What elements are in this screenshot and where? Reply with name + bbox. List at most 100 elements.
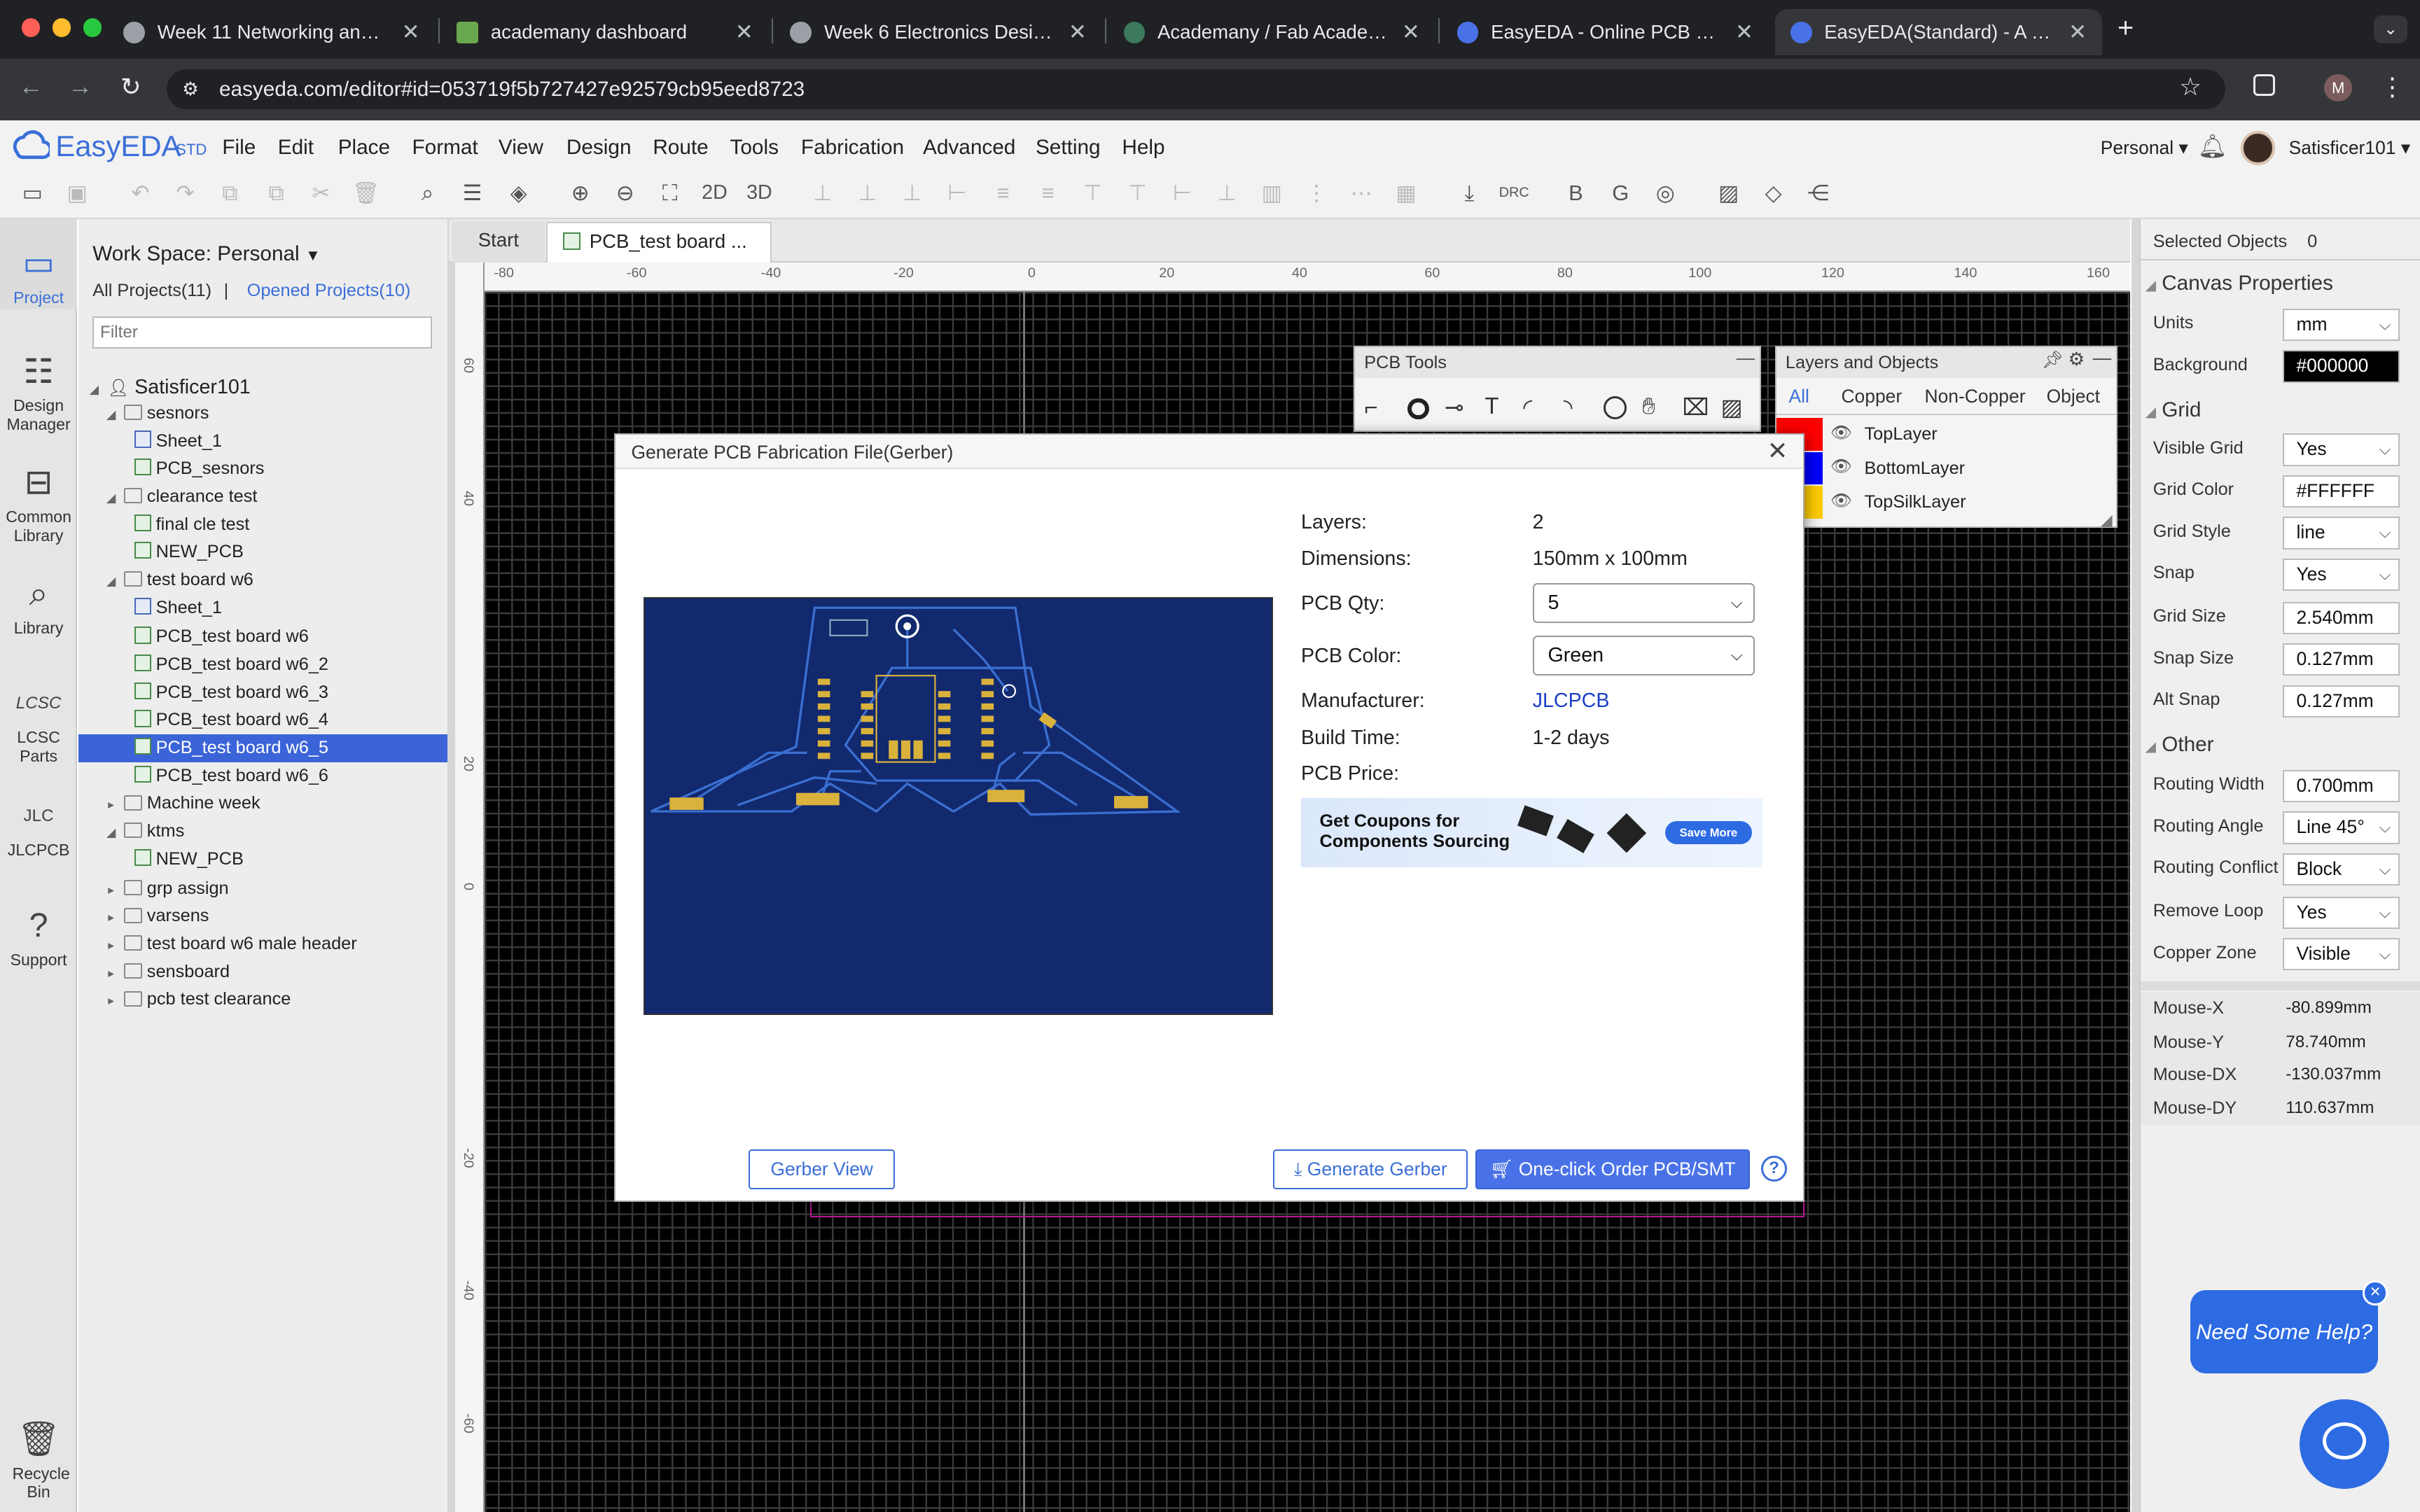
menu-edit[interactable]: Edit bbox=[278, 136, 314, 160]
pin-icon[interactable]: 📌︎ bbox=[2042, 350, 2064, 370]
alt-snap-input[interactable]: 0.127mm bbox=[2282, 685, 2400, 718]
need-help-bubble[interactable]: Need Some Help? bbox=[2190, 1289, 2379, 1373]
tree-folder[interactable]: ▸ grp assign bbox=[78, 875, 447, 903]
track-tool-icon[interactable]: ⌐ bbox=[1364, 395, 1377, 421]
collapse-triangle-icon[interactable]: ◢ bbox=[104, 484, 119, 512]
tree-file[interactable]: PCB_test board w6_3 bbox=[78, 679, 447, 707]
tree-folder[interactable]: ▸ test board w6 male header bbox=[78, 930, 447, 958]
align-icon[interactable]: ⊢ bbox=[943, 179, 971, 207]
opened-projects-link[interactable]: Opened Projects(10) bbox=[247, 281, 411, 301]
collapse-triangle-icon[interactable]: ◢ bbox=[104, 819, 119, 847]
rail-library[interactable]: ⌕ Library bbox=[0, 574, 77, 637]
rect-tool-icon[interactable]: ⌧ bbox=[1682, 393, 1709, 421]
tree-folder[interactable]: ◢ test board w6 bbox=[78, 566, 447, 594]
browser-tab[interactable]: academany dashboard ✕ bbox=[441, 9, 768, 55]
rail-recycle-bin[interactable]: 🗑︎ Recycle Bin bbox=[0, 1420, 77, 1502]
expand-triangle-icon[interactable]: ▸ bbox=[104, 876, 119, 904]
tree-folder[interactable]: ◢ ktms bbox=[78, 818, 447, 846]
bom-icon[interactable]: B bbox=[1562, 179, 1590, 207]
zoom-in-icon[interactable]: ⊕ bbox=[566, 179, 594, 207]
drc-button[interactable]: DRC bbox=[1497, 179, 1531, 207]
minimize-panel-icon[interactable]: — bbox=[2093, 347, 2111, 369]
close-tab-icon[interactable]: ✕ bbox=[402, 20, 420, 45]
background-color-input[interactable]: #000000 bbox=[2282, 350, 2400, 383]
visible-grid-select[interactable]: Yes ⌵ bbox=[2282, 433, 2400, 466]
align-icon[interactable]: ⊥ bbox=[854, 179, 882, 207]
tree-folder[interactable]: ◢ clearance test bbox=[78, 483, 447, 511]
layers-icon[interactable]: ◇ bbox=[1760, 179, 1788, 207]
menu-place[interactable]: Place bbox=[338, 136, 390, 160]
distribute-icon[interactable]: ▥ bbox=[1258, 179, 1286, 207]
snap-size-input[interactable]: 0.127mm bbox=[2282, 643, 2400, 676]
tree-file[interactable]: PCB_sesnors bbox=[78, 455, 447, 483]
menu-fabrication[interactable]: Fabrication bbox=[801, 136, 904, 160]
rail-jlcpcb[interactable]: JLC JLCPCB bbox=[0, 796, 77, 859]
browser-tab[interactable]: EasyEDA - Online PCB design ✕ bbox=[1442, 9, 1769, 55]
workspace-selector[interactable]: Work Space: Personal ▼ bbox=[92, 242, 321, 266]
menu-design[interactable]: Design bbox=[566, 136, 632, 160]
grid-style-select[interactable]: line ⌵ bbox=[2282, 517, 2400, 550]
rail-support[interactable]: ? Support bbox=[0, 906, 77, 969]
menu-route[interactable]: Route bbox=[653, 136, 708, 160]
expand-triangle-icon[interactable]: ▸ bbox=[104, 960, 119, 988]
expand-triangle-icon[interactable]: ▸ bbox=[104, 791, 119, 819]
share-icon[interactable]: ⋲ bbox=[1804, 179, 1833, 207]
browser-tab-active[interactable]: EasyEDA(Standard) - A Simpl ✕ bbox=[1774, 9, 2102, 56]
menu-file[interactable]: File bbox=[222, 136, 256, 160]
profile-avatar[interactable]: M bbox=[2324, 74, 2353, 102]
tree-folder[interactable]: ◢ sesnors bbox=[78, 400, 447, 428]
menu-advanced[interactable]: Advanced bbox=[923, 136, 1015, 160]
pad-tool-icon[interactable] bbox=[1407, 398, 1429, 420]
routing-width-input[interactable]: 0.700mm bbox=[2282, 769, 2400, 803]
image-icon[interactable]: ▨ bbox=[1715, 179, 1743, 207]
user-menu[interactable]: Satisficer101 ▾ bbox=[2289, 137, 2410, 159]
notification-bell-icon[interactable]: 🔔︎ bbox=[2198, 133, 2227, 160]
tree-file[interactable]: Sheet_1 bbox=[78, 428, 447, 456]
layers-tab-all[interactable]: All bbox=[1789, 386, 1809, 407]
rail-lcsc-parts[interactable]: LCSC LCSC Parts bbox=[0, 683, 77, 765]
tree-file[interactable]: NEW_PCB bbox=[78, 846, 447, 874]
redo-icon[interactable]: ↷ bbox=[172, 179, 200, 207]
close-tab-icon[interactable]: ✕ bbox=[1069, 20, 1087, 45]
menu-help[interactable]: Help bbox=[1122, 136, 1164, 160]
tree-file[interactable]: final cle test bbox=[78, 511, 447, 539]
other-section-header[interactable]: ◢ Other bbox=[2146, 733, 2214, 757]
tree-folder[interactable]: ▸ Machine week bbox=[78, 790, 447, 818]
menu-view[interactable]: View bbox=[499, 136, 543, 160]
extensions-icon[interactable] bbox=[2253, 74, 2275, 96]
arc2-tool-icon[interactable]: ◝ bbox=[1564, 393, 1573, 421]
tab-pcb-document[interactable]: PCB_test board ... bbox=[546, 222, 772, 262]
tree-file[interactable]: NEW_PCB bbox=[78, 538, 447, 566]
align-icon[interactable]: ⊥ bbox=[898, 179, 926, 207]
eye-icon[interactable]: 👁︎ bbox=[1830, 456, 1852, 477]
tab-search-icon[interactable]: ⌄ bbox=[2373, 15, 2408, 43]
workspace-menu[interactable]: Personal ▾ bbox=[2101, 137, 2188, 159]
close-window-button[interactable] bbox=[21, 18, 41, 37]
all-projects-link[interactable]: All Projects(11) bbox=[92, 281, 211, 301]
back-icon[interactable]: ← bbox=[18, 73, 43, 101]
user-avatar[interactable] bbox=[2241, 131, 2275, 165]
tree-file[interactable]: PCB_test board w6_2 bbox=[78, 651, 447, 679]
panel-splitter[interactable] bbox=[447, 218, 456, 1512]
tree-file[interactable]: PCB_test board w6 bbox=[78, 623, 447, 651]
text-tool-icon[interactable]: T bbox=[1484, 393, 1498, 420]
tree-folder[interactable]: ▸ varsens bbox=[78, 902, 447, 930]
distribute-icon[interactable]: ▦ bbox=[1392, 179, 1420, 207]
close-tab-icon[interactable]: ✕ bbox=[2068, 20, 2087, 45]
open-folder-icon[interactable]: ▭ bbox=[18, 179, 46, 207]
delete-icon[interactable]: 🗑︎ bbox=[352, 179, 380, 207]
save-more-button[interactable]: Save More bbox=[1665, 820, 1752, 844]
resize-handle-icon[interactable]: ◢ bbox=[2101, 511, 2113, 529]
collapse-triangle-icon[interactable]: ◢ bbox=[104, 568, 119, 596]
rail-design-manager[interactable]: ☷ Design Manager bbox=[0, 352, 77, 434]
coupon-banner[interactable]: Get Coupons for Components Sourcing Save … bbox=[1301, 797, 1763, 867]
bookmark-star-icon[interactable]: ☆ bbox=[2179, 73, 2202, 102]
close-tab-icon[interactable]: ✕ bbox=[1402, 20, 1420, 45]
menu-tools[interactable]: Tools bbox=[730, 136, 779, 160]
tab-start[interactable]: Start bbox=[452, 222, 545, 262]
canvas-properties-header[interactable]: ◢ Canvas Properties bbox=[2146, 272, 2333, 295]
site-settings-icon[interactable]: ⚙ bbox=[182, 78, 199, 100]
eye-icon[interactable]: 👁︎ bbox=[1830, 491, 1852, 511]
align-icon[interactable]: ⊢ bbox=[1168, 179, 1196, 207]
arc-tool-icon[interactable]: ◜ bbox=[1523, 393, 1532, 421]
